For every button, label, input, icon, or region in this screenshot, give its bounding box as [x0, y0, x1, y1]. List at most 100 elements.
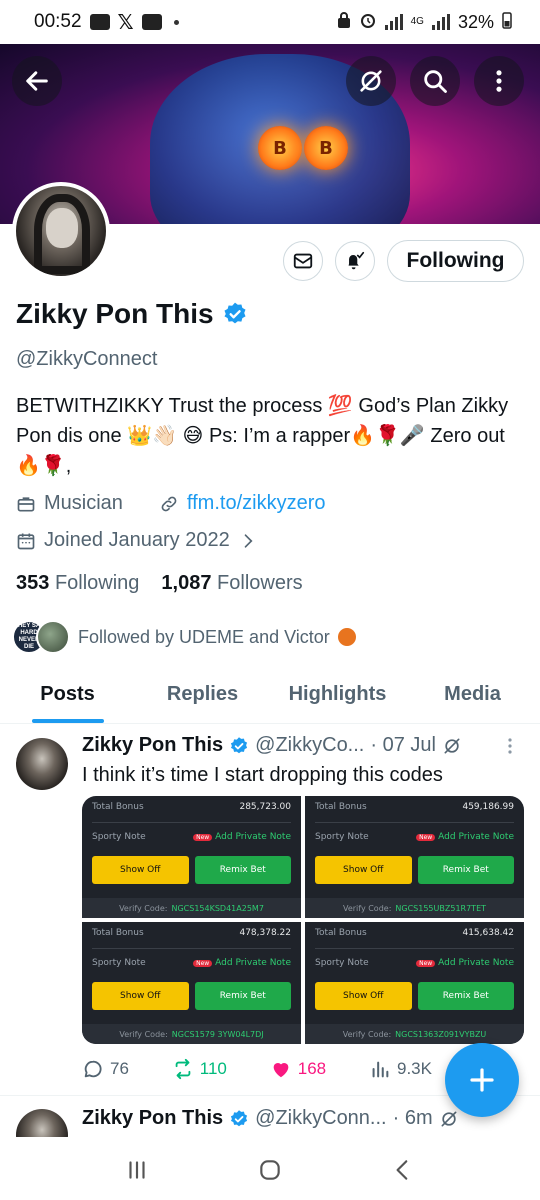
post-author-name[interactable]: Zikky Pon This [82, 734, 223, 757]
more-vertical-icon [496, 70, 502, 92]
post-author-name[interactable]: Zikky Pon This [82, 1107, 223, 1130]
post-media-grid[interactable]: Total Bonus 285,723.00 Sporty Note New Add … [82, 796, 524, 1044]
search-button[interactable] [410, 56, 460, 106]
profile-website-link[interactable]: ffm.to/zikkyzero [187, 492, 326, 515]
signal-2-icon [431, 14, 450, 30]
calendar-icon [17, 533, 35, 549]
post-text: I think it’s time I start dropping this … [82, 764, 443, 786]
repost-count: 110 [199, 1059, 227, 1078]
new-badge: New [193, 960, 213, 967]
grok-icon[interactable] [442, 736, 462, 756]
notifications-button[interactable] [335, 241, 375, 281]
card-note-row: Sporty Note New Add Private Note [315, 832, 514, 842]
card-buttons: Show Off Remix Bet [315, 856, 514, 884]
card-add-note: Add Private Note [438, 832, 514, 842]
recent-apps-icon[interactable] [124, 1157, 150, 1183]
grok-icon [360, 70, 382, 92]
basketball-icon [337, 628, 356, 646]
youtube-icon [141, 14, 162, 30]
card-verify-row: Verify Code: NGCS1579 3YW04L7DJ [82, 1024, 301, 1044]
card-total-label: Total Bonus [315, 802, 367, 812]
card-add-note: Add Private Note [438, 958, 514, 968]
post-author-avatar[interactable] [16, 738, 68, 790]
more-vertical-icon [508, 738, 512, 754]
post-actions: 76 110 168 9.3K [82, 1058, 432, 1080]
card-total-row: Total Bonus 415,638.42 [315, 928, 514, 938]
bitcoin-eye-right: B [304, 126, 348, 170]
verified-badge-icon[interactable] [222, 301, 248, 327]
grok-button[interactable] [346, 56, 396, 106]
verify-label: Verify Code: [342, 903, 392, 913]
followed-by-text: Followed by UDEME and Victor [78, 626, 330, 647]
status-bar: 00:52 𝕏 4G 32% [0, 0, 540, 44]
tab-highlights[interactable]: Highlights [270, 666, 405, 723]
new-badge: New [416, 834, 436, 841]
reply-button[interactable]: 76 [82, 1058, 129, 1080]
more-options-button[interactable] [474, 56, 524, 106]
following-count-link[interactable]: 353 Following [16, 572, 139, 595]
bet-slip-card[interactable]: Total Bonus 285,723.00 Sporty Note New Add … [82, 796, 301, 918]
card-note-label: Sporty Note [315, 958, 369, 968]
card-note-row: Sporty Note New Add Private Note [92, 832, 291, 842]
arrow-left-icon [26, 71, 48, 91]
signal-icon [384, 14, 403, 30]
tab-posts[interactable]: Posts [0, 666, 135, 723]
back-nav-icon[interactable] [390, 1157, 416, 1183]
repost-button[interactable]: 110 [172, 1058, 227, 1080]
profile-name-row: Zikky Pon This [16, 298, 248, 330]
views-icon [372, 1061, 389, 1078]
profile-name: Zikky Pon This [16, 298, 214, 329]
following-count: 353 [16, 572, 50, 594]
card-note-row: Sporty Note New Add Private Note [92, 958, 291, 968]
profile-meta-row: Musician ffm.to/zikkyzero [16, 492, 325, 515]
post[interactable]: Zikky Pon This @ZikkyCo... · 07 Jul I th… [0, 724, 540, 1096]
profile-joined-date: Joined January 2022 [44, 529, 230, 551]
compose-post-button[interactable] [445, 1043, 519, 1117]
network-type: 4G [410, 16, 424, 27]
repost-icon [175, 1058, 191, 1080]
bet-slip-card[interactable]: Total Bonus 415,638.42 Sporty Note New Add … [305, 922, 524, 1044]
tab-replies[interactable]: Replies [135, 666, 270, 723]
bell-check-icon [348, 251, 365, 270]
post-author-avatar[interactable] [16, 1109, 68, 1137]
tab-media[interactable]: Media [405, 666, 540, 723]
card-buttons: Show Off Remix Bet [92, 856, 291, 884]
followers-count-link[interactable]: 1,087 Followers [161, 572, 302, 595]
back-button[interactable] [12, 56, 62, 106]
heart-icon [273, 1063, 289, 1078]
battery-level: 32% [457, 11, 494, 32]
profile-joined-row[interactable]: Joined January 2022 [16, 529, 258, 552]
card-total-row: Total Bonus 285,723.00 [92, 802, 291, 812]
bet-slip-card[interactable]: Total Bonus 459,186.99 Sporty Note New Add … [305, 796, 524, 918]
message-button[interactable] [283, 241, 323, 281]
card-verify-row: Verify Code: NGCS155UBZ51R7TET [305, 898, 524, 918]
card-total-row: Total Bonus 459,186.99 [315, 802, 514, 812]
post-header: Zikky Pon This @ZikkyCo... · 07 Jul [82, 734, 462, 757]
views-count: 9.3K [396, 1059, 432, 1078]
verify-label: Verify Code: [342, 1029, 392, 1039]
card-total-label: Total Bonus [92, 802, 144, 812]
views-button[interactable]: 9.3K [369, 1058, 432, 1080]
profile-handle: @ZikkyConnect [16, 348, 158, 370]
like-button[interactable]: 168 [270, 1058, 326, 1080]
card-note-row: Sporty Note New Add Private Note [315, 958, 514, 968]
grok-icon[interactable] [439, 1109, 459, 1129]
post-more-button[interactable] [505, 736, 515, 762]
followed-by-row[interactable]: THEY SAY HARD NEVER DIE Followed by UDEM… [12, 620, 356, 654]
search-icon [424, 70, 447, 93]
card-total-row: Total Bonus 478,378.22 [92, 928, 291, 938]
following-button[interactable]: Following [387, 240, 524, 282]
post-timestamp[interactable]: · 6m [393, 1107, 433, 1130]
card-amount: 478,378.22 [239, 928, 291, 938]
x-app-icon: 𝕏 [117, 11, 134, 34]
show-off-button: Show Off [92, 982, 189, 1010]
more-notifications-icon [173, 19, 179, 25]
briefcase-icon [17, 496, 35, 511]
post-timestamp[interactable]: · 07 Jul [370, 734, 436, 757]
home-icon[interactable] [257, 1157, 283, 1183]
bet-slip-card[interactable]: Total Bonus 478,378.22 Sporty Note New Add … [82, 922, 301, 1044]
new-badge: New [416, 960, 436, 967]
battery-icon [502, 11, 512, 34]
verified-badge-icon [231, 1109, 248, 1126]
profile-avatar[interactable] [12, 182, 110, 280]
